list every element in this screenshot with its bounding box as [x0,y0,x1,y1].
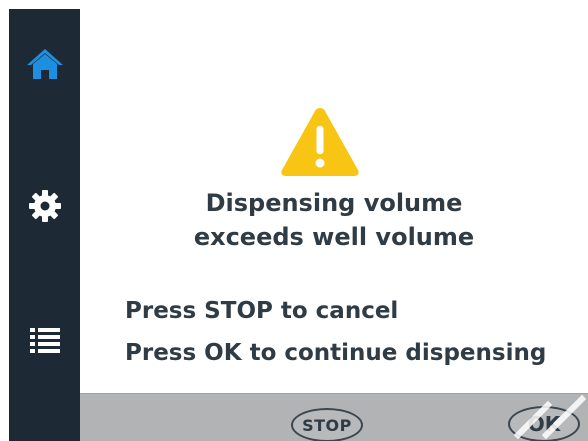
warning-icon [281,108,359,176]
footer-bar: STOP OK [80,393,588,441]
top-strip [0,0,588,9]
stop-button[interactable]: STOP [291,408,363,441]
sidebar-item-home[interactable] [9,36,80,92]
gear-icon [28,190,61,222]
sidebar [9,9,88,441]
instruction-ok: Press OK to continue dispensing [125,340,547,366]
alert-title-line-2: exceeds well volume [193,223,475,251]
sidebar-item-list[interactable] [9,312,80,368]
alert-screen: Dispensing volume exceeds well volume Pr… [0,0,588,441]
home-icon [26,49,63,79]
alert-content: Dispensing volume exceeds well volume Pr… [80,9,588,393]
instruction-stop: Press STOP to cancel [125,298,399,324]
ok-button[interactable]: OK [508,406,580,441]
list-icon [29,328,60,353]
alert-title-line-1: Dispensing volume [205,189,463,217]
sidebar-item-settings[interactable] [9,178,80,234]
